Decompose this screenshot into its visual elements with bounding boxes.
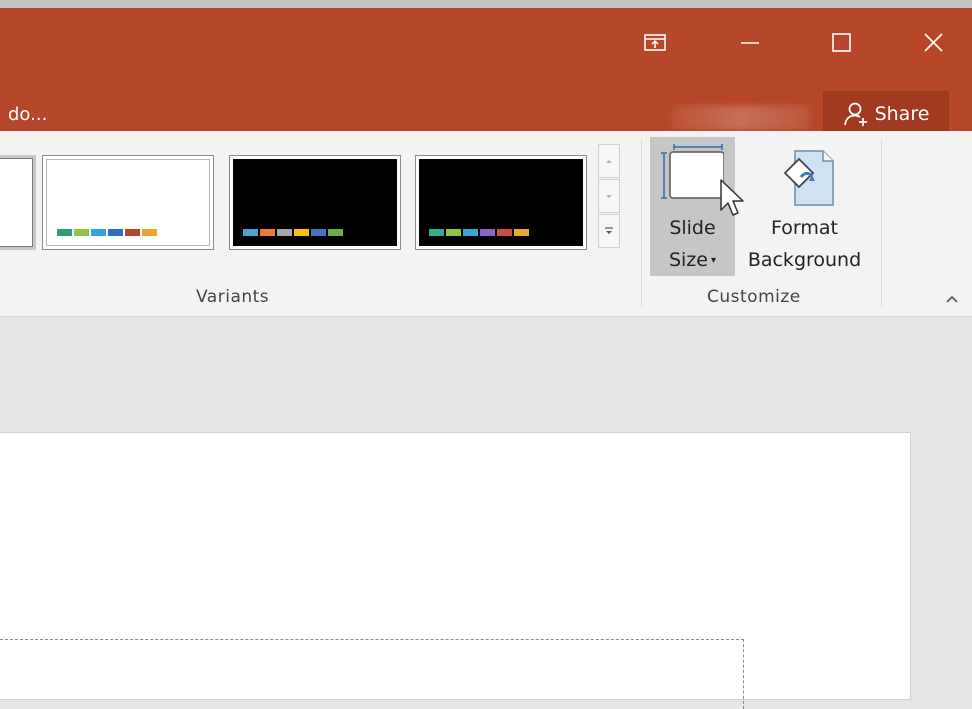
color-swatch <box>277 229 292 236</box>
variant-preview <box>233 159 397 246</box>
share-person-icon <box>843 102 867 126</box>
color-swatch <box>260 229 275 236</box>
close-button[interactable] <box>914 22 954 62</box>
color-swatch <box>514 229 529 236</box>
share-label: Share <box>874 103 930 125</box>
slide-size-label-text: Size <box>668 249 708 271</box>
minimize-button[interactable] <box>730 22 770 62</box>
gallery-more-button[interactable] <box>598 214 620 248</box>
color-swatch <box>429 229 444 236</box>
ribbon-display-options-button[interactable] <box>636 22 676 62</box>
collapse-ribbon-button[interactable] <box>940 289 964 309</box>
title-bar: do... Share <box>0 0 972 137</box>
ribbon-design-tab: Variants Slide Size ▾ Format Background C… <box>0 131 972 317</box>
minimize-icon <box>741 42 759 44</box>
color-swatch <box>142 229 157 236</box>
slide-placeholder[interactable] <box>0 639 744 709</box>
color-swatch <box>243 229 258 236</box>
color-swatch <box>125 229 140 236</box>
customize-group-label: Customize <box>707 287 801 307</box>
color-swatch <box>497 229 512 236</box>
variant-preview <box>419 159 583 246</box>
color-swatch <box>74 229 89 236</box>
group-divider <box>641 139 642 307</box>
color-swatch <box>480 229 495 236</box>
format-background-button[interactable]: Format Background <box>737 137 872 276</box>
color-swatch <box>446 229 461 236</box>
variants-gallery-scroll <box>598 144 620 249</box>
color-swatch <box>108 229 123 236</box>
format-background-label-line2: Background <box>747 249 862 271</box>
color-swatch <box>294 229 309 236</box>
group-divider <box>881 139 882 307</box>
chevron-up-icon <box>606 160 612 163</box>
color-swatch <box>463 229 478 236</box>
format-background-icon <box>783 150 834 206</box>
variant-thumbnail-3[interactable] <box>229 155 401 250</box>
gallery-scroll-up-button[interactable] <box>598 144 620 178</box>
variant-thumbnail-2[interactable] <box>42 155 214 250</box>
chevron-up-icon <box>946 295 958 303</box>
variant-thumbnail-4[interactable] <box>415 155 587 250</box>
maximize-icon <box>832 33 851 52</box>
slide-canvas[interactable] <box>0 432 911 709</box>
ribbon-display-options-icon <box>644 34 666 51</box>
color-swatch <box>91 229 106 236</box>
slide-size-icon <box>661 144 724 199</box>
close-icon <box>924 33 943 52</box>
more-icon <box>605 227 613 234</box>
variant-preview <box>46 159 210 246</box>
variant-preview <box>0 158 33 247</box>
color-swatches <box>57 229 157 236</box>
color-swatches <box>429 229 529 236</box>
variant-thumbnail-1[interactable] <box>0 155 36 250</box>
gallery-scroll-down-button[interactable] <box>598 179 620 213</box>
maximize-button[interactable] <box>822 22 862 62</box>
dropdown-caret-icon: ▾ <box>710 255 717 266</box>
tell-me-search[interactable]: do... <box>8 104 47 125</box>
account-name-blurred[interactable] <box>672 106 810 130</box>
color-swatch <box>57 229 72 236</box>
color-swatches <box>243 229 343 236</box>
color-swatch <box>328 229 343 236</box>
variants-group-label: Variants <box>196 287 270 307</box>
color-swatch <box>311 229 326 236</box>
format-background-label-line1: Format <box>771 217 838 239</box>
chevron-down-icon <box>606 195 612 198</box>
mouse-cursor-icon <box>720 179 744 216</box>
slide-size-label-line2: Size ▾ <box>650 249 735 271</box>
